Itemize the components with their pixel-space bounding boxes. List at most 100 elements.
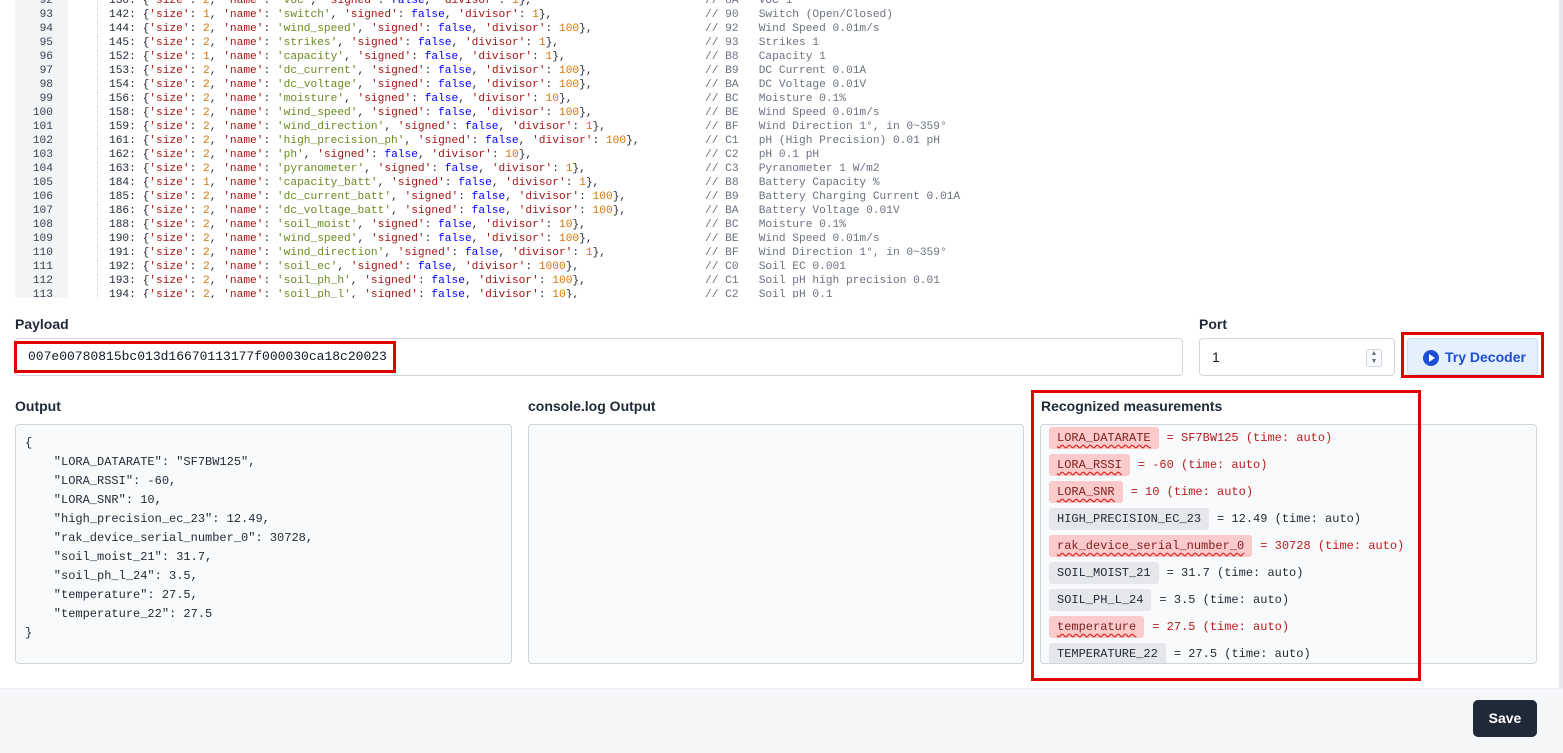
code-comment: // C2 pH 0.1 pH [705,149,820,161]
line-number: 103 [32,149,53,161]
line-number: 101 [32,121,53,133]
code-line: 103 162: {'size': 2, 'name': 'ph', 'signe… [15,148,1515,162]
indent-guide [97,260,98,274]
code-line: 94 144: {'size': 2, 'name': 'wind_speed',… [15,22,1515,36]
indent-guide [97,92,98,106]
code-text: 144: {'size': 2, 'name': 'wind_speed', '… [109,23,593,35]
code-line: 110 191: {'size': 2, 'name': 'wind_direct… [15,246,1515,260]
indent-guide [97,274,98,288]
code-text: 154: {'size': 2, 'name': 'dc_voltage', '… [109,79,593,91]
payload-highlight [14,341,396,373]
code-comment: // C1 Soil pH high precision 0.01 [705,275,940,287]
line-number: 105 [32,177,53,189]
output-line: "LORA_SNR": 10, [25,493,162,507]
line-number: 112 [32,275,53,287]
line-number: 102 [32,135,53,147]
console-label: console.log Output [528,398,656,414]
code-line: 93 142: {'size': 1, 'name': 'switch', 'si… [15,8,1515,22]
line-number: 95 [39,37,53,49]
code-line: 98 154: {'size': 2, 'name': 'dc_voltage',… [15,78,1515,92]
measurements-highlight [1031,390,1421,681]
code-comment: // BA Battery Voltage 0.01V [705,205,900,217]
code-text: 191: {'size': 2, 'name': 'wind_direction… [109,247,606,259]
code-comment: // 90 Switch (Open/Closed) [705,9,893,21]
code-comment: // C1 pH (High Precision) 0.01 pH [705,135,940,147]
output-line: "LORA_RSSI": -60, [25,474,177,488]
indent-guide [97,64,98,78]
line-number: 96 [39,51,53,63]
indent-guide [97,232,98,246]
line-number: 110 [32,247,53,259]
code-line: 107 186: {'size': 2, 'name': 'dc_voltage_… [15,204,1515,218]
indent-guide [97,120,98,134]
line-number: 92 [39,0,53,7]
code-line: 111 192: {'size': 2, 'name': 'soil_ec', '… [15,260,1515,274]
code-comment: // BC Moisture 0.1% [705,93,846,105]
output-line: { [25,436,33,450]
line-number: 99 [39,93,53,105]
output-panel: { "LORA_DATARATE": "SF7BW125", "LORA_RSS… [15,424,512,664]
page-scrollbar[interactable] [1559,0,1563,688]
code-comment: // BE Wind Speed 0.01m/s [705,107,880,119]
line-number: 107 [32,205,53,217]
code-comment: // C2 Soil pH 0.1 [705,289,833,298]
code-line: 100 158: {'size': 2, 'name': 'wind_speed'… [15,106,1515,120]
code-line: 99 156: {'size': 2, 'name': 'moisture', '… [15,92,1515,106]
code-line: 97 153: {'size': 2, 'name': 'dc_current',… [15,64,1515,78]
code-comment: // B9 DC Current 0.01A [705,65,867,77]
line-number: 109 [32,233,53,245]
code-line: 102 161: {'size': 2, 'name': 'high_precis… [15,134,1515,148]
code-text: 162: {'size': 2, 'name': 'ph', 'signed':… [109,149,533,161]
code-line: 101 159: {'size': 2, 'name': 'wind_direct… [15,120,1515,134]
line-number: 94 [39,23,53,35]
code-comment: // 93 Strikes 1 [705,37,820,49]
code-text: 156: {'size': 2, 'name': 'moisture', 'si… [109,93,573,105]
indent-guide [97,148,98,162]
indent-guide [97,288,98,298]
line-number: 97 [39,65,53,77]
code-comment: // BF Wind Direction 1°, in 0~359° [705,121,947,133]
code-text: 159: {'size': 2, 'name': 'wind_direction… [109,121,606,133]
code-text: 153: {'size': 2, 'name': 'dc_current', '… [109,65,593,77]
port-value: 1 [1212,349,1220,365]
code-comment: // BC Moisture 0.1% [705,219,846,231]
output-line: "temperature": 27.5, [25,588,198,602]
line-number: 104 [32,163,53,175]
decoder-code-editor[interactable]: 92 130: {'size': 2, 'name': 'voc', 'signe… [15,0,1536,298]
code-line: 109 190: {'size': 2, 'name': 'wind_speed'… [15,232,1515,246]
port-spinner[interactable]: ▲ ▼ [1366,349,1382,367]
port-label: Port [1199,316,1227,332]
output-line: "soil_moist_21": 31.7, [25,550,213,564]
code-text: 152: {'size': 1, 'name': 'capacity', 'si… [109,51,566,63]
line-number: 113 [32,289,53,298]
indent-guide [97,218,98,232]
footer-bar [0,688,1563,753]
save-button[interactable]: Save [1473,700,1537,737]
try-decoder-highlight [1401,332,1544,378]
indent-guide [97,246,98,260]
code-comment: // C0 Soil EC 0.001 [705,261,846,273]
code-text: 194: {'size': 2, 'name': 'soil_ph_l', 's… [109,289,580,298]
code-comment: // BE Wind Speed 0.01m/s [705,233,880,245]
code-line: 106 185: {'size': 2, 'name': 'dc_current_… [15,190,1515,204]
indent-guide [97,106,98,120]
port-input[interactable]: 1 ▲ ▼ [1199,338,1395,376]
indent-guide [97,22,98,36]
code-text: 192: {'size': 2, 'name': 'soil_ec', 'sig… [109,261,580,273]
code-line: 92 130: {'size': 2, 'name': 'voc', 'signe… [15,0,1515,8]
indent-guide [97,162,98,176]
code-text: 161: {'size': 2, 'name': 'high_precision… [109,135,640,147]
code-text: 184: {'size': 1, 'name': 'capacity_batt'… [109,177,600,189]
code-comment: // BF Wind Direction 1°, in 0~359° [705,247,947,259]
code-text: 193: {'size': 2, 'name': 'soil_ph_h', 's… [109,275,586,287]
code-line: 95 145: {'size': 2, 'name': 'strikes', 's… [15,36,1515,50]
code-text: 158: {'size': 2, 'name': 'wind_speed', '… [109,107,593,119]
line-number: 93 [39,9,53,21]
code-line: 96 152: {'size': 1, 'name': 'capacity', '… [15,50,1515,64]
code-comment: // 92 Wind Speed 0.01m/s [705,23,880,35]
code-comment: // B8 Battery Capacity % [705,177,880,189]
output-line: "high_precision_ec_23": 12.49, [25,512,270,526]
code-text: 145: {'size': 2, 'name': 'strikes', 'sig… [109,37,559,49]
indent-guide [97,50,98,64]
code-line: 104 163: {'size': 2, 'name': 'pyranometer… [15,162,1515,176]
